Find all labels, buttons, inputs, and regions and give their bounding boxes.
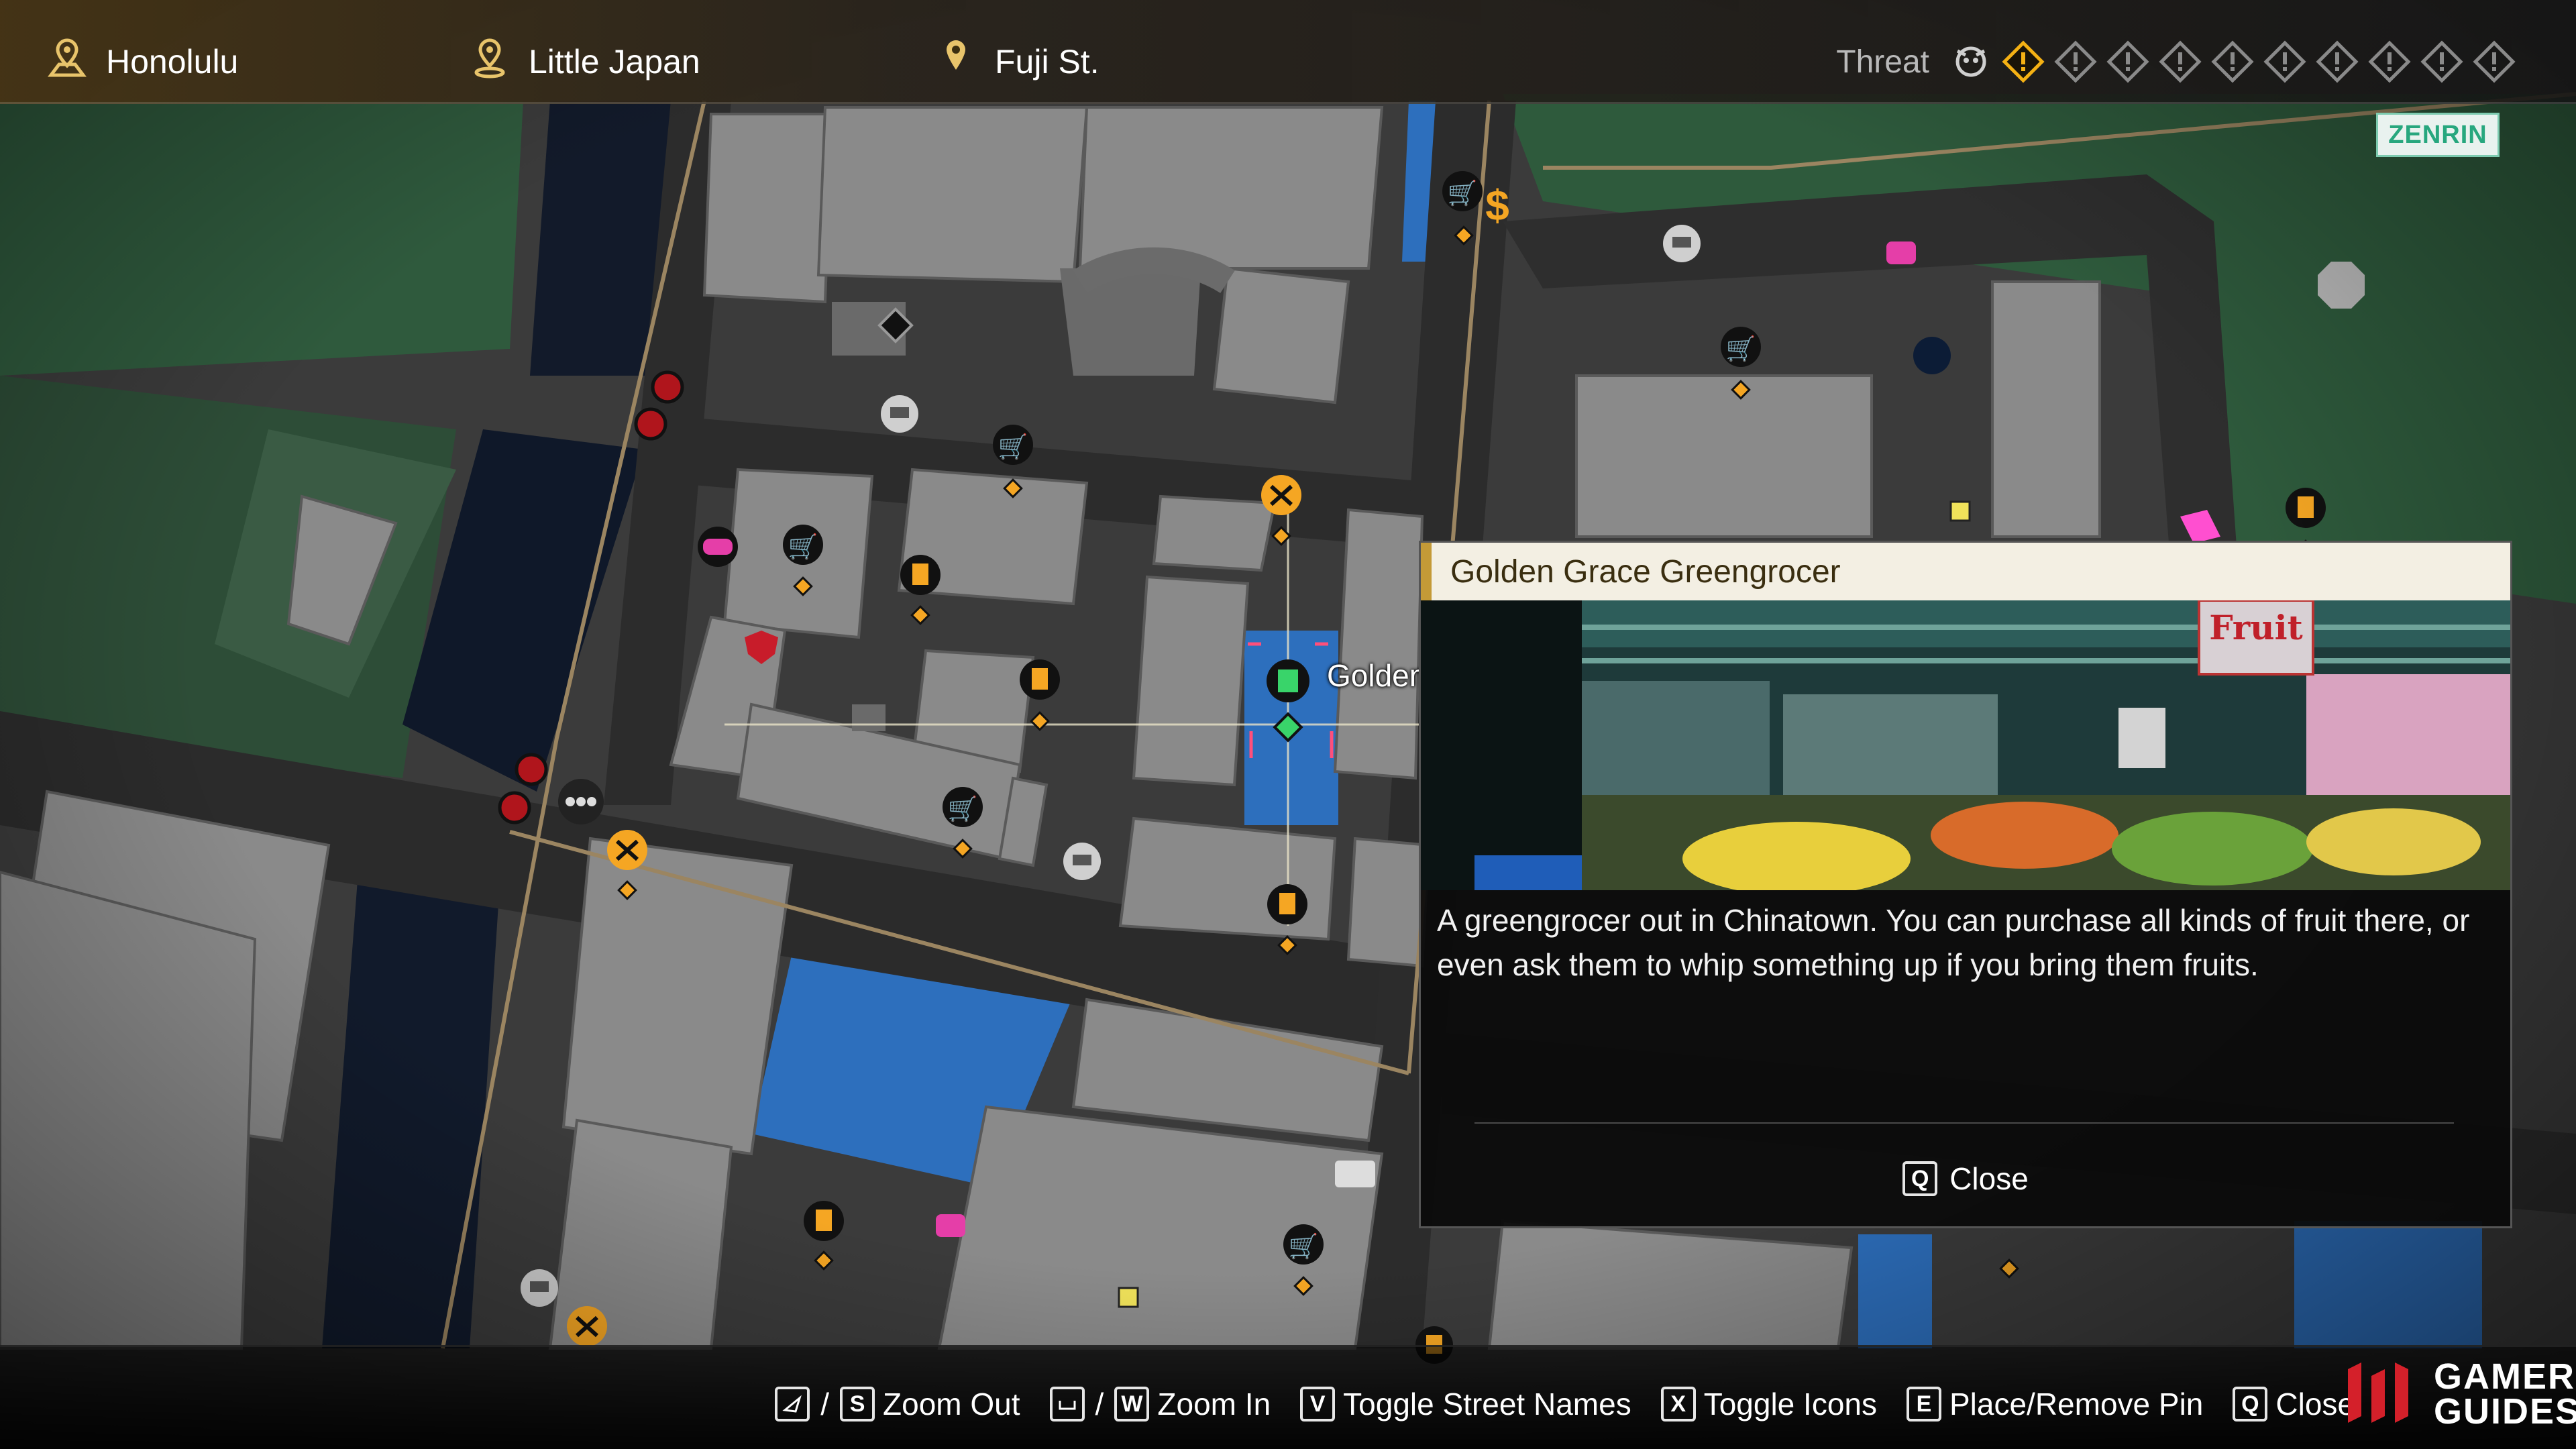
- threat-diamond-empty-icon: [2473, 40, 2516, 83]
- close-key-icon: Q: [1902, 1161, 1938, 1196]
- zoom-in-label: Zoom In: [1157, 1387, 1271, 1421]
- drink-cup-icon[interactable]: [900, 555, 941, 595]
- threat-diamond-empty-icon: [2368, 40, 2411, 83]
- arcade-controller-icon[interactable]: [698, 527, 738, 567]
- threat-diamond-empty-icon: [2211, 40, 2254, 83]
- mouse-wheel-icon: [775, 1387, 810, 1421]
- location-street-label: Fuji St.: [995, 43, 1099, 80]
- panel-close-button[interactable]: Q Close: [1421, 1152, 2510, 1205]
- svg-text:🛒: 🛒: [1448, 179, 1478, 207]
- shop-cart-icon[interactable]: 🛒: [1283, 1224, 1324, 1265]
- location-district: Little Japan: [470, 35, 700, 89]
- chat-bubble-icon[interactable]: [1335, 1161, 1375, 1187]
- location-street: Fuji St.: [936, 35, 1099, 89]
- car-pin-icon[interactable]: [1663, 225, 1701, 262]
- store-photo: Fruit: [1421, 600, 2510, 890]
- top-location-bar: Honolulu Little Japan Fuji St. Threat: [0, 0, 2576, 104]
- svg-text:🛒: 🛒: [788, 533, 818, 560]
- control-hints: / S Zoom Out / W Zoom In V Toggle Street…: [775, 1374, 2355, 1434]
- close-map-key: Q: [2233, 1387, 2268, 1421]
- shop-cart-icon[interactable]: 🛒: [783, 525, 823, 565]
- zoom-in-key: W: [1114, 1387, 1150, 1421]
- no-entry-icon: [515, 753, 548, 786]
- drink-cup-icon[interactable]: [804, 1201, 844, 1241]
- zoom-in-control[interactable]: / W Zoom In: [1049, 1386, 1271, 1422]
- zenrin-badge: ZENRIN: [2376, 113, 2500, 157]
- threat-skull-icon: [1949, 39, 1992, 85]
- restaurant-icon[interactable]: [607, 830, 647, 870]
- toggle-icons-control[interactable]: X Toggle Icons: [1660, 1386, 1877, 1422]
- threat-diamond-empty-icon: [2106, 40, 2149, 83]
- location-city-label: Honolulu: [106, 43, 239, 80]
- toggle-street-names-label: Toggle Street Names: [1343, 1387, 1631, 1421]
- shop-cart-icon[interactable]: 🛒: [993, 425, 1033, 465]
- panel-close-label: Close: [1949, 1161, 2029, 1196]
- city-pin-icon: [47, 36, 87, 87]
- svg-text:🛒: 🛒: [998, 433, 1028, 460]
- drink-cup-icon[interactable]: [1267, 884, 1307, 924]
- no-entry-icon: [651, 370, 684, 404]
- watermark-line2: GUIDES: [2434, 1391, 2576, 1432]
- svg-text:🛒: 🛒: [1726, 335, 1756, 362]
- street-pin-icon: [936, 36, 976, 87]
- pink-phone-icon[interactable]: [936, 1214, 965, 1237]
- bank-dollar-icon[interactable]: $: [1485, 181, 1509, 229]
- store-photo-sign: Fruit: [2209, 608, 2302, 647]
- restaurant-icon[interactable]: [1261, 475, 1301, 515]
- panel-divider: [1474, 1122, 2454, 1124]
- street-names-key: V: [1300, 1387, 1336, 1421]
- location-info-panel: Golden Grace Greengrocer Fruit A greengr…: [1419, 541, 2512, 1228]
- threat-diamond-empty-icon: [2420, 40, 2463, 83]
- panel-description: A greengrocer out in Chinatown. You can …: [1437, 903, 2470, 982]
- threat-diamond-empty-icon: [2316, 40, 2359, 83]
- svg-text:🛒: 🛒: [948, 795, 978, 822]
- location-city: Honolulu: [47, 35, 238, 89]
- chat-bubble-icon[interactable]: [558, 779, 604, 824]
- close-map-control[interactable]: Q Close: [2233, 1386, 2355, 1422]
- car-pin-icon[interactable]: [1063, 843, 1101, 880]
- threat-diamond-empty-icon: [2159, 40, 2202, 83]
- zoom-out-control[interactable]: / S Zoom Out: [775, 1386, 1020, 1422]
- spacebar-icon: [1049, 1387, 1085, 1421]
- octagon-landmark-icon: [2318, 262, 2365, 309]
- drink-cup-icon[interactable]: [2286, 488, 2326, 528]
- no-entry-icon: [498, 791, 531, 824]
- svg-text:🛒: 🛒: [1289, 1232, 1319, 1260]
- threat-diamond-empty-icon: [2054, 40, 2097, 83]
- threat-diamond-active-icon: [2002, 40, 2045, 83]
- bottom-controls-bar: / S Zoom Out / W Zoom In V Toggle Street…: [0, 1345, 2576, 1449]
- zoom-out-label: Zoom Out: [883, 1387, 1020, 1421]
- place-pin-label: Place/Remove Pin: [1949, 1387, 2204, 1421]
- place-pin-control[interactable]: E Place/Remove Pin: [1906, 1386, 2204, 1422]
- threat-meter: Threat: [1836, 35, 2516, 89]
- toggle-icons-key: X: [1660, 1387, 1696, 1421]
- gamer-guides-watermark: GAMER GUIDES: [2341, 1354, 2576, 1434]
- zoom-out-key: S: [840, 1387, 875, 1421]
- shop-cart-icon[interactable]: 🛒: [1442, 171, 1483, 211]
- drink-cup-icon[interactable]: [1020, 659, 1060, 700]
- car-pin-icon[interactable]: [521, 1269, 558, 1307]
- shop-cart-icon[interactable]: 🛒: [1721, 327, 1761, 367]
- toggle-street-names-control[interactable]: V Toggle Street Names: [1300, 1386, 1631, 1422]
- restaurant-icon[interactable]: [567, 1306, 607, 1346]
- gamer-guides-logo-icon: [2341, 1356, 2422, 1433]
- shop-cart-icon[interactable]: 🛒: [943, 787, 983, 827]
- place-pin-key: E: [1906, 1387, 1941, 1421]
- threat-diamond-empty-icon: [2263, 40, 2306, 83]
- district-pin-icon: [470, 36, 510, 87]
- toggle-icons-label: Toggle Icons: [1703, 1387, 1877, 1421]
- car-pin-icon[interactable]: [881, 395, 918, 433]
- threat-label: Threat: [1836, 44, 1929, 80]
- panel-title: Golden Grace Greengrocer: [1421, 543, 2510, 600]
- selected-location-label: Golden: [1327, 658, 1427, 693]
- no-entry-icon: [634, 407, 667, 441]
- watermark-line1: GAMER: [2434, 1356, 2575, 1397]
- pink-phone-icon[interactable]: [1886, 241, 1916, 264]
- location-district-label: Little Japan: [529, 43, 700, 80]
